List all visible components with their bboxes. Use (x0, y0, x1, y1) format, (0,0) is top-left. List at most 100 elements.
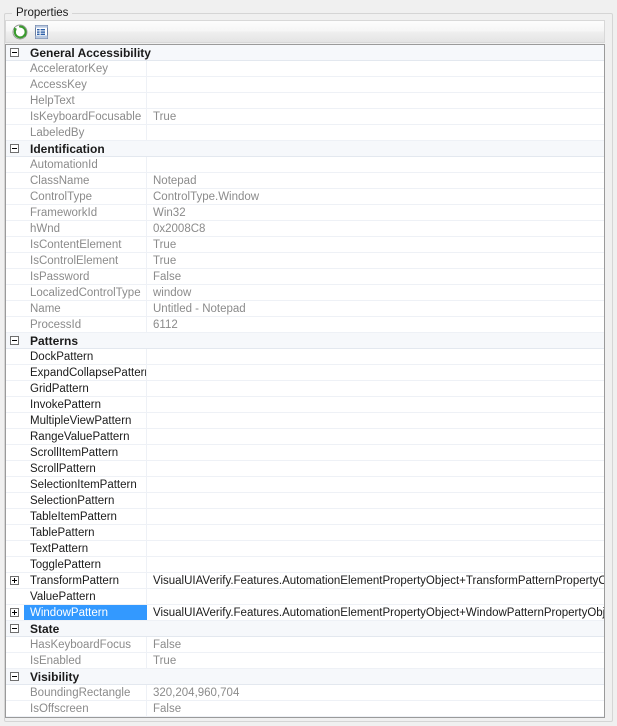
property-row[interactable]: MultipleViewPattern (6, 413, 604, 429)
property-row[interactable]: TextPattern (6, 541, 604, 557)
property-name-cell[interactable]: ScrollPattern (24, 461, 147, 476)
property-row[interactable]: ScrollPattern (6, 461, 604, 477)
property-row[interactable]: IsContentElement True (6, 237, 604, 253)
property-value-cell[interactable]: Untitled - Notepad (147, 301, 604, 316)
property-row[interactable]: ExpandCollapsePattern (6, 365, 604, 381)
property-category-row[interactable]: Patterns (6, 333, 604, 349)
property-row[interactable]: InvokePattern (6, 397, 604, 413)
property-value-cell[interactable] (151, 45, 604, 60)
property-name-cell[interactable]: DockPattern (24, 349, 147, 364)
property-row[interactable]: LocalizedControlType window (6, 285, 604, 301)
property-row[interactable]: HelpText (6, 93, 604, 109)
property-value-cell[interactable] (147, 557, 604, 572)
property-row[interactable]: SelectionItemPattern (6, 477, 604, 493)
property-row[interactable]: AutomationId (6, 157, 604, 173)
property-value-cell[interactable] (147, 493, 604, 508)
collapse-icon[interactable] (10, 672, 19, 681)
property-row[interactable]: FrameworkId Win32 (6, 205, 604, 221)
property-name-cell[interactable]: IsOffscreen (24, 701, 147, 716)
property-value-cell[interactable] (147, 349, 604, 364)
property-name-cell[interactable]: hWnd (24, 221, 147, 236)
property-name-cell[interactable]: TableItemPattern (24, 509, 147, 524)
property-row[interactable]: ControlType ControlType.Window (6, 189, 604, 205)
property-name-cell[interactable]: WindowPattern (24, 605, 147, 620)
property-name-cell[interactable]: ClassName (24, 173, 147, 188)
property-value-cell[interactable] (78, 333, 604, 348)
property-value-cell[interactable]: ControlType.Window (147, 189, 604, 204)
property-value-cell[interactable] (147, 77, 604, 92)
property-value-cell[interactable] (147, 429, 604, 444)
property-row[interactable]: IsPassword False (6, 269, 604, 285)
property-value-cell[interactable] (147, 157, 604, 172)
property-name-cell[interactable]: BoundingRectangle (24, 685, 147, 700)
property-row[interactable]: RangeValuePattern (6, 429, 604, 445)
property-row[interactable]: Name Untitled - Notepad (6, 301, 604, 317)
property-value-cell[interactable] (147, 413, 604, 428)
property-category-row[interactable]: State (6, 621, 604, 637)
property-value-cell[interactable] (59, 621, 604, 636)
property-value-cell[interactable]: VisualUIAVerify.Features.AutomationEleme… (147, 605, 604, 620)
property-value-cell[interactable]: VisualUIAVerify.Features.AutomationEleme… (147, 573, 604, 588)
property-name-cell[interactable]: SelectionItemPattern (24, 477, 147, 492)
property-name-cell[interactable]: LabeledBy (24, 125, 147, 140)
property-name-cell[interactable]: General Accessibility (24, 45, 151, 60)
property-row[interactable]: TransformPattern VisualUIAVerify.Features… (6, 573, 604, 589)
collapse-icon[interactable] (10, 336, 19, 345)
property-row[interactable]: ProcessId 6112 (6, 317, 604, 333)
property-row[interactable]: hWnd 0x2008C8 (6, 221, 604, 237)
property-name-cell[interactable]: RangeValuePattern (24, 429, 147, 444)
property-value-cell[interactable] (147, 541, 604, 556)
property-name-cell[interactable]: ExpandCollapsePattern (24, 365, 147, 380)
property-row[interactable]: AccessKey (6, 77, 604, 93)
property-name-cell[interactable]: MultipleViewPattern (24, 413, 147, 428)
property-name-cell[interactable]: Identification (24, 141, 105, 156)
property-name-cell[interactable]: TextPattern (24, 541, 147, 556)
expand-icon[interactable] (10, 576, 19, 585)
property-name-cell[interactable]: ValuePattern (24, 589, 147, 604)
property-name-cell[interactable]: TablePattern (24, 525, 147, 540)
property-value-cell[interactable]: False (147, 269, 604, 284)
property-value-cell[interactable]: 6112 (147, 317, 604, 332)
property-name-cell[interactable]: IsEnabled (24, 653, 147, 668)
property-name-cell[interactable]: ScrollItemPattern (24, 445, 147, 460)
property-row[interactable]: TablePattern (6, 525, 604, 541)
property-row[interactable]: AcceleratorKey (6, 61, 604, 77)
property-name-cell[interactable]: IsPassword (24, 269, 147, 284)
property-row[interactable]: DockPattern (6, 349, 604, 365)
property-value-cell[interactable] (147, 445, 604, 460)
property-row[interactable]: HasKeyboardFocus False (6, 637, 604, 653)
property-row[interactable]: GridPattern (6, 381, 604, 397)
property-row[interactable]: SelectionPattern (6, 493, 604, 509)
property-name-cell[interactable]: AccessKey (24, 77, 147, 92)
property-value-cell[interactable]: 0x2008C8 (147, 221, 604, 236)
property-value-cell[interactable] (147, 93, 604, 108)
expand-icon[interactable] (10, 608, 19, 617)
property-name-cell[interactable]: InvokePattern (24, 397, 147, 412)
property-value-cell[interactable]: True (147, 253, 604, 268)
property-row[interactable]: IsControlElement True (6, 253, 604, 269)
properties-grid[interactable]: General Accessibility AcceleratorKey Acces… (5, 44, 605, 718)
property-value-cell[interactable] (147, 461, 604, 476)
property-value-cell[interactable] (147, 365, 604, 380)
property-row[interactable]: LabeledBy (6, 125, 604, 141)
property-value-cell[interactable]: window (147, 285, 604, 300)
property-name-cell[interactable]: ProcessId (24, 317, 147, 332)
property-category-row[interactable]: Visibility (6, 669, 604, 685)
property-row[interactable]: IsEnabled True (6, 653, 604, 669)
property-name-cell[interactable]: Patterns (24, 333, 78, 348)
property-name-cell[interactable]: FrameworkId (24, 205, 147, 220)
property-name-cell[interactable]: SelectionPattern (24, 493, 147, 508)
property-row[interactable]: ScrollItemPattern (6, 445, 604, 461)
property-name-cell[interactable]: State (24, 621, 59, 636)
property-row[interactable]: ValuePattern (6, 589, 604, 605)
collapse-icon[interactable] (10, 624, 19, 633)
properties-view-button[interactable] (31, 22, 52, 42)
property-row[interactable]: ClassName Notepad (6, 173, 604, 189)
property-value-cell[interactable] (147, 525, 604, 540)
property-row[interactable]: BoundingRectangle 320,204,960,704 (6, 685, 604, 701)
collapse-icon[interactable] (10, 144, 19, 153)
property-name-cell[interactable]: IsKeyboardFocusable (24, 109, 147, 124)
property-value-cell[interactable] (79, 669, 604, 684)
property-name-cell[interactable]: GridPattern (24, 381, 147, 396)
property-name-cell[interactable]: Visibility (24, 669, 79, 684)
